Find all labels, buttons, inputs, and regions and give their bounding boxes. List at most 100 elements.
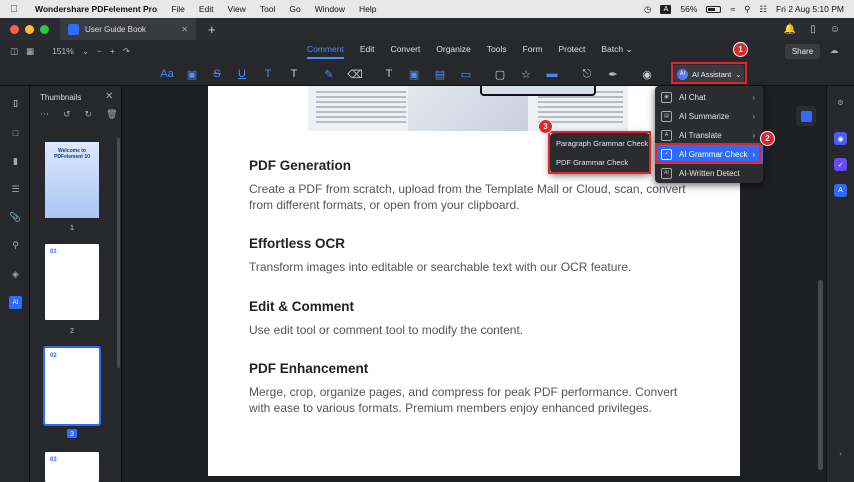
translate-icon: A <box>661 130 672 141</box>
thumbnail-page-3[interactable]: 02 <box>43 346 101 426</box>
cloud-upload-icon[interactable]: ☁ <box>830 45 839 56</box>
zoom-in-icon[interactable]: + <box>110 46 115 56</box>
tab-organize[interactable]: Organize <box>436 44 471 59</box>
layers-icon[interactable]: ◈ <box>9 268 22 281</box>
thumbnail-page-1[interactable]: Welcome to PDFelement 10 <box>45 142 99 218</box>
tab-batch[interactable]: Batch ⌄ <box>601 44 632 59</box>
properties-icon[interactable]: ⚙ <box>834 96 847 109</box>
zoom-level[interactable]: 151% <box>52 46 74 56</box>
tab-tools[interactable]: Tools <box>487 44 507 59</box>
notification-bell-icon[interactable]: 🔔 <box>784 24 796 35</box>
rotate-left-icon[interactable]: ↺ <box>63 109 71 120</box>
stamp-shape-icon[interactable]: ☆ <box>517 65 535 83</box>
floating-ai-button[interactable] <box>796 106 816 126</box>
menu-tool[interactable]: Tool <box>253 4 283 14</box>
signature-icon[interactable]: ✒ <box>604 65 622 83</box>
section-body: Create a PDF from scratch, upload from t… <box>249 182 686 212</box>
comment-box-icon[interactable]: ▭ <box>457 65 475 83</box>
menu-ai-chat[interactable]: ◉ AI Chat › <box>655 88 763 107</box>
shape-icon[interactable]: ▢ <box>491 65 509 83</box>
insert-text-icon[interactable]: T <box>285 65 303 83</box>
search-panel-icon[interactable]: ⚲ <box>9 239 22 252</box>
thumbnail-scrollbar[interactable] <box>117 138 120 368</box>
menu-ai-summarize[interactable]: ▤ AI Summarize › <box>655 107 763 126</box>
apple-icon[interactable]:  <box>0 4 28 15</box>
pen-icon[interactable]: ✎ <box>320 65 338 83</box>
ai-panel-icon[interactable]: AI <box>9 296 22 309</box>
document-tab[interactable]: User Guide Book ✕ <box>60 18 196 40</box>
measure-icon[interactable]: ▬ <box>543 65 561 83</box>
chat-bot-icon[interactable]: ◉ <box>834 132 847 145</box>
menu-label: AI Chat <box>679 93 706 102</box>
minimize-window-button[interactable] <box>25 24 34 34</box>
clock[interactable]: Fri 2 Aug 5:10 PM <box>776 4 844 14</box>
stamp-icon[interactable]: ⎋ <box>578 65 596 83</box>
page-number-2: 2 <box>69 326 75 335</box>
text-box-icon[interactable]: T <box>380 65 398 83</box>
menu-go[interactable]: Go <box>282 4 307 14</box>
page-view-icon[interactable]: ▦ <box>26 46 34 57</box>
share-button[interactable]: Share <box>785 44 820 59</box>
close-window-button[interactable] <box>10 24 19 34</box>
close-tab-icon[interactable]: ✕ <box>181 25 188 34</box>
thumbnail-page-2[interactable]: 01 <box>45 244 99 320</box>
strikethrough-icon[interactable]: S <box>208 65 226 83</box>
thumbnail-page-4[interactable]: 03 <box>45 452 99 482</box>
translate-side-icon[interactable]: A <box>834 184 847 197</box>
tab-form[interactable]: Form <box>523 44 543 59</box>
comments-icon[interactable]: □ <box>9 126 22 139</box>
window-tab-bar: User Guide Book ✕ + 🔔 ▯ ☺ <box>0 18 854 40</box>
text-highlight-icon[interactable]: Aa <box>158 65 176 83</box>
close-panel-icon[interactable]: ✕ <box>105 91 113 102</box>
tab-protect[interactable]: Protect <box>558 44 585 59</box>
search-icon[interactable]: ⚲ <box>744 4 750 15</box>
control-center-icon[interactable]: ☷ <box>759 4 767 15</box>
tab-comment[interactable]: Comment <box>307 44 344 59</box>
mobile-icon[interactable]: ▯ <box>810 24 816 35</box>
more-icon[interactable]: ⋯ <box>40 109 49 120</box>
highlight-ai-assistant <box>671 62 747 84</box>
delete-icon[interactable]: 🗑 <box>106 109 117 120</box>
area-highlight-icon[interactable]: ▣ <box>183 65 201 83</box>
rotate-right-icon[interactable]: ↻ <box>85 109 93 120</box>
battery-icon[interactable] <box>706 5 722 13</box>
menu-ai-written-detect[interactable]: AI AI-Written Detect <box>655 164 763 183</box>
zoom-out-icon[interactable]: − <box>97 46 102 56</box>
tab-convert[interactable]: Convert <box>391 44 421 59</box>
bookmark-icon[interactable]: ▮ <box>9 155 22 168</box>
layers-list-icon[interactable]: ☰ <box>9 183 22 196</box>
menu-help[interactable]: Help <box>352 4 383 14</box>
input-source-icon[interactable]: A <box>660 4 672 14</box>
eraser-icon[interactable]: ⌫ <box>346 65 364 83</box>
squiggly-icon[interactable]: T <box>259 65 277 83</box>
menu-app-name[interactable]: Wondershare PDFelement Pro <box>28 4 164 14</box>
chevron-down-icon[interactable]: ⌄ <box>82 46 89 57</box>
eye-icon[interactable]: ◉ <box>638 65 656 83</box>
main-nav-row: ◫ ▦ 151% ⌄ − + ↷ Comment Edit Convert Or… <box>0 40 854 62</box>
document-scrollbar[interactable] <box>818 280 823 470</box>
step-badge-1: 1 <box>733 42 748 57</box>
page-number-3: 3 <box>45 429 99 438</box>
tab-edit[interactable]: Edit <box>360 44 375 59</box>
attachment-icon[interactable]: 📎 <box>9 211 22 224</box>
expand-right-icon[interactable]: › <box>834 448 847 461</box>
history-icon[interactable]: ◷ <box>644 4 651 15</box>
underline-icon[interactable]: U <box>233 65 251 83</box>
text-callout-icon[interactable]: ▣ <box>405 65 423 83</box>
check-icon[interactable]: ✓ <box>834 158 847 171</box>
menu-window[interactable]: Window <box>308 4 352 14</box>
thumbnails-title: Thumbnails <box>40 93 82 102</box>
thumbnails-icon[interactable]: ▯ <box>9 97 22 110</box>
new-tab-button[interactable]: + <box>208 22 216 37</box>
menu-file[interactable]: File <box>164 4 192 14</box>
menu-view[interactable]: View <box>221 4 253 14</box>
menu-edit[interactable]: Edit <box>192 4 221 14</box>
zoom-window-button[interactable] <box>40 24 49 34</box>
sidebar-toggle-icon[interactable]: ◫ <box>10 46 18 57</box>
window-controls <box>0 24 60 34</box>
chevron-right-icon: › <box>752 112 755 121</box>
note-icon[interactable]: ▤ <box>431 65 449 83</box>
rotate-icon[interactable]: ↷ <box>123 46 130 57</box>
wifi-icon[interactable]: ≈ <box>730 4 735 14</box>
account-icon[interactable]: ☺ <box>830 24 840 35</box>
